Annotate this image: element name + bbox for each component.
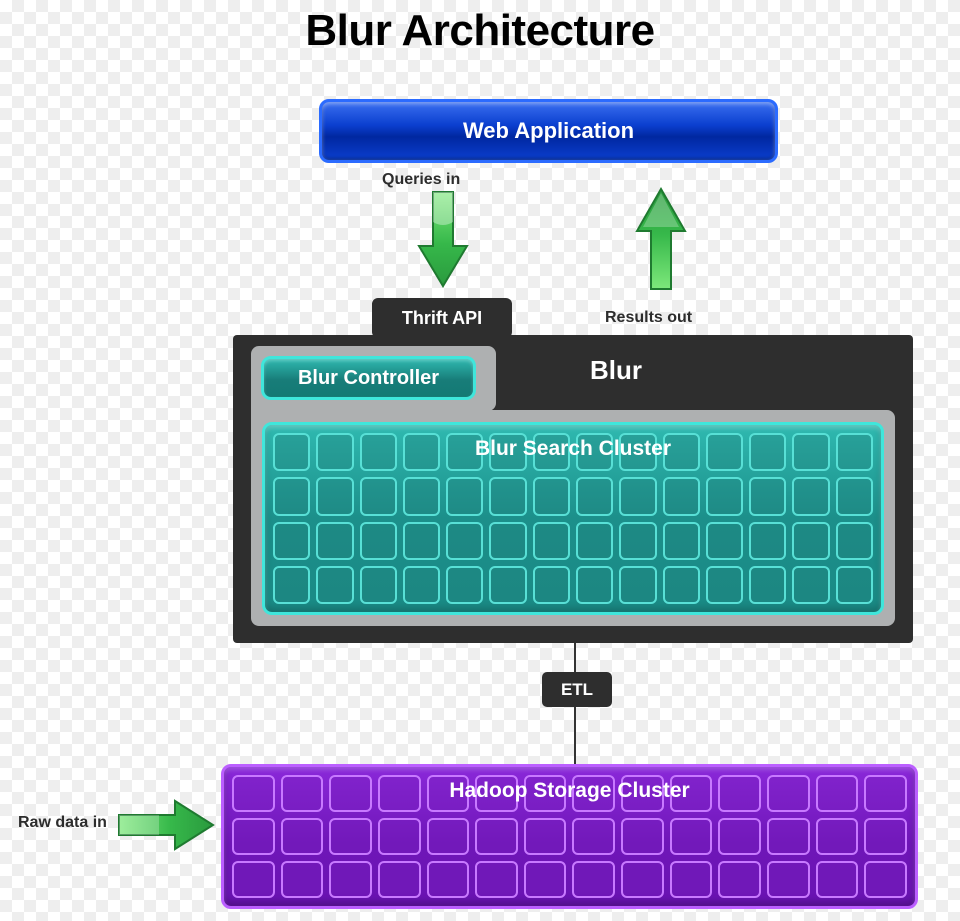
cluster-node — [572, 818, 615, 855]
etl-label: ETL — [561, 680, 593, 700]
cluster-node — [273, 522, 310, 560]
cluster-node — [329, 861, 372, 898]
cluster-node — [427, 818, 470, 855]
cluster-node — [792, 522, 829, 560]
arrow-right-icon — [117, 797, 217, 853]
cluster-node — [621, 861, 664, 898]
cluster-node — [767, 861, 810, 898]
cluster-node — [816, 818, 859, 855]
thrift-api-box: Thrift API — [372, 298, 512, 338]
cluster-node — [670, 818, 713, 855]
cluster-node — [316, 522, 353, 560]
cluster-node — [533, 477, 570, 515]
cluster-node — [360, 522, 397, 560]
web-application-box: Web Application — [319, 99, 778, 163]
queries-in-label: Queries in — [382, 171, 460, 189]
cluster-node — [524, 818, 567, 855]
cluster-node — [749, 522, 786, 560]
cluster-node — [329, 818, 372, 855]
cluster-node — [663, 477, 700, 515]
cluster-node — [446, 522, 483, 560]
cluster-node — [836, 522, 873, 560]
cluster-node — [706, 477, 743, 515]
cluster-node — [446, 477, 483, 515]
cluster-node — [572, 861, 615, 898]
cluster-node — [403, 477, 440, 515]
cluster-node — [706, 522, 743, 560]
cluster-node — [816, 861, 859, 898]
cluster-node — [718, 861, 761, 898]
cluster-node — [836, 566, 873, 604]
cluster-node — [316, 566, 353, 604]
blur-search-cluster-box: Blur Search Cluster — [262, 422, 884, 615]
blur-controller-label: Blur Controller — [298, 367, 439, 390]
cluster-node — [281, 861, 324, 898]
cluster-node — [836, 477, 873, 515]
hadoop-cluster-label: Hadoop Storage Cluster — [224, 779, 915, 803]
cluster-node — [427, 861, 470, 898]
cluster-node — [767, 818, 810, 855]
cluster-node — [663, 522, 700, 560]
cluster-node — [792, 477, 829, 515]
cluster-node — [403, 566, 440, 604]
cluster-node — [749, 566, 786, 604]
cluster-node — [533, 522, 570, 560]
cluster-node — [619, 522, 656, 560]
cluster-node — [316, 477, 353, 515]
cluster-node — [706, 566, 743, 604]
cluster-node — [273, 477, 310, 515]
results-out-label: Results out — [605, 309, 692, 327]
blur-search-cluster-label: Blur Search Cluster — [265, 437, 881, 461]
cluster-node — [576, 477, 613, 515]
cluster-node — [864, 818, 907, 855]
hadoop-cluster-box: Hadoop Storage Cluster — [221, 764, 918, 909]
cluster-node — [621, 818, 664, 855]
cluster-node — [475, 861, 518, 898]
cluster-node — [378, 861, 421, 898]
cluster-node — [718, 818, 761, 855]
cluster-node — [232, 818, 275, 855]
cluster-node — [378, 818, 421, 855]
web-application-label: Web Application — [463, 118, 634, 144]
cluster-node — [489, 477, 526, 515]
thrift-api-label: Thrift API — [402, 308, 482, 329]
cluster-node — [403, 522, 440, 560]
cluster-node — [281, 818, 324, 855]
cluster-node — [524, 861, 567, 898]
arrow-down-icon — [415, 190, 471, 290]
cluster-node — [475, 818, 518, 855]
cluster-node — [619, 566, 656, 604]
cluster-node — [576, 566, 613, 604]
cluster-node — [576, 522, 613, 560]
cluster-node — [533, 566, 570, 604]
diagram-title: Blur Architecture — [0, 6, 960, 56]
blur-label: Blur — [590, 355, 642, 386]
etl-box: ETL — [542, 672, 612, 707]
raw-data-in-label: Raw data in — [18, 814, 107, 832]
cluster-node — [489, 522, 526, 560]
blur-controller-box: Blur Controller — [261, 356, 476, 400]
cluster-node — [749, 477, 786, 515]
cluster-node — [446, 566, 483, 604]
cluster-node — [273, 566, 310, 604]
cluster-node — [360, 566, 397, 604]
cluster-node — [792, 566, 829, 604]
cluster-node — [864, 861, 907, 898]
arrow-up-icon — [633, 187, 689, 292]
cluster-node — [489, 566, 526, 604]
cluster-node — [232, 861, 275, 898]
cluster-node — [619, 477, 656, 515]
cluster-node — [670, 861, 713, 898]
cluster-node — [360, 477, 397, 515]
cluster-node — [663, 566, 700, 604]
